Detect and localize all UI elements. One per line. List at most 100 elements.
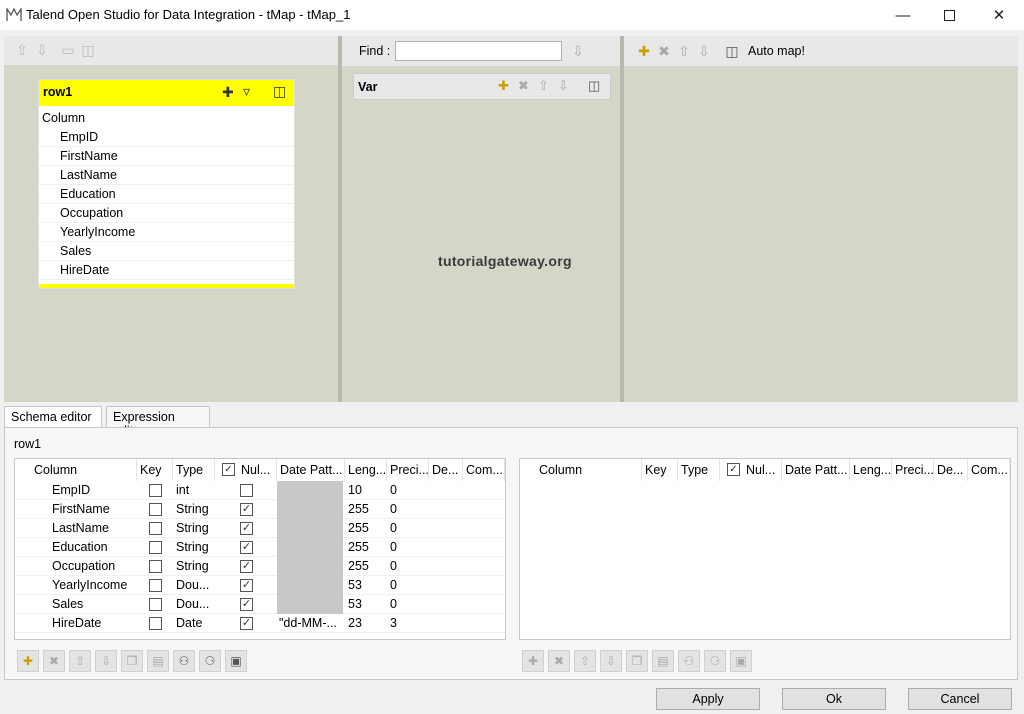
- grid-header[interactable]: Column: [31, 459, 137, 481]
- cell-type[interactable]: Dou...: [176, 578, 214, 592]
- add-row-icon[interactable]: ✚: [522, 650, 544, 672]
- table-row[interactable]: EmpID int 10 0: [15, 481, 505, 500]
- add-var-icon[interactable]: ✚: [498, 78, 509, 94]
- cancel-button[interactable]: Cancel: [908, 688, 1012, 710]
- add-row-icon[interactable]: ✚: [17, 650, 39, 672]
- cell-column[interactable]: YearlyIncome: [52, 578, 127, 592]
- find-input[interactable]: [395, 41, 562, 61]
- cell-column[interactable]: FirstName: [52, 502, 110, 516]
- import-icon[interactable]: ⚇: [678, 650, 700, 672]
- nullable-checkbox[interactable]: ✓: [240, 617, 253, 630]
- remove-output-icon[interactable]: ✖: [656, 43, 672, 59]
- move-down-icon[interactable]: ⇩: [600, 650, 622, 672]
- grid-header[interactable]: Key: [137, 459, 173, 481]
- key-checkbox[interactable]: [149, 522, 162, 535]
- move-down-icon[interactable]: ⇩: [558, 78, 569, 94]
- export-icon[interactable]: ⚆: [704, 650, 726, 672]
- cell-column[interactable]: LastName: [52, 521, 109, 535]
- cell-precision[interactable]: 0: [390, 597, 397, 611]
- nullable-checkbox[interactable]: ✓: [240, 579, 253, 592]
- nullable-checkbox[interactable]: ✓: [240, 522, 253, 535]
- grid-header[interactable]: Column: [536, 459, 642, 481]
- nullable-checkbox[interactable]: ✓: [240, 560, 253, 573]
- ok-button[interactable]: Ok: [782, 688, 886, 710]
- cell-column[interactable]: EmpID: [52, 483, 90, 497]
- table-row[interactable]: Occupation String ✓ 255 0: [15, 557, 505, 576]
- export-icon[interactable]: ⚆: [199, 650, 221, 672]
- key-checkbox[interactable]: [149, 579, 162, 592]
- cell-length[interactable]: 23: [348, 616, 362, 630]
- cell-precision[interactable]: 0: [390, 559, 397, 573]
- tab-expression-editor[interactable]: Expression editor: [106, 406, 210, 438]
- move-up-icon[interactable]: ⇧: [676, 43, 692, 59]
- column-row[interactable]: HireDate: [39, 261, 294, 280]
- grid-header[interactable]: Com...: [968, 459, 1010, 481]
- cell-column[interactable]: Sales: [52, 597, 83, 611]
- table-row[interactable]: HireDate Date ✓ "dd-MM-... 23 3: [15, 614, 505, 633]
- table-row[interactable]: FirstName String ✓ 255 0: [15, 500, 505, 519]
- save-icon[interactable]: ▣: [225, 650, 247, 672]
- grid-header[interactable]: De...: [429, 459, 463, 481]
- find-next-icon[interactable]: ⇩: [570, 43, 586, 59]
- nullable-checkbox[interactable]: [240, 484, 253, 497]
- cell-type[interactable]: String: [176, 502, 214, 516]
- minimize-var-icon[interactable]: ◫: [588, 78, 600, 94]
- apply-button[interactable]: Apply: [656, 688, 760, 710]
- column-row[interactable]: LastName: [39, 166, 294, 185]
- column-row[interactable]: Sales: [39, 242, 294, 261]
- column-row[interactable]: Education: [39, 185, 294, 204]
- grid-header[interactable]: Leng...: [345, 459, 387, 481]
- column-row[interactable]: FirstName: [39, 147, 294, 166]
- add-output-icon[interactable]: ✚: [636, 43, 652, 59]
- minimize-button[interactable]: —: [880, 0, 926, 30]
- key-checkbox[interactable]: [149, 484, 162, 497]
- nullable-checkbox[interactable]: ✓: [240, 598, 253, 611]
- paste-icon[interactable]: ▤: [147, 650, 169, 672]
- minimize-table-icon[interactable]: ◫: [273, 83, 286, 100]
- grid-header[interactable]: Preci...: [387, 459, 429, 481]
- grid-header[interactable]: Preci...: [892, 459, 934, 481]
- paste-icon[interactable]: ▤: [652, 650, 674, 672]
- move-up-icon[interactable]: ⇧: [574, 650, 596, 672]
- grid-header[interactable]: Type: [678, 459, 720, 481]
- cell-length[interactable]: 10: [348, 483, 362, 497]
- grid-header[interactable]: Key: [642, 459, 678, 481]
- key-checkbox[interactable]: [149, 503, 162, 516]
- cell-length[interactable]: 255: [348, 521, 369, 535]
- cell-length[interactable]: 53: [348, 578, 362, 592]
- cell-type[interactable]: String: [176, 521, 214, 535]
- tab-schema-editor[interactable]: Schema editor: [4, 406, 102, 428]
- grid-header[interactable]: Date Patt...: [277, 459, 345, 481]
- move-down-icon[interactable]: ⇩: [34, 42, 50, 58]
- table-row[interactable]: LastName String ✓ 255 0: [15, 519, 505, 538]
- column-row[interactable]: Occupation: [39, 204, 294, 223]
- auto-map-button[interactable]: Auto map!: [748, 44, 805, 58]
- expand-tables-icon[interactable]: ◫: [80, 42, 96, 58]
- maximize-button[interactable]: [926, 0, 972, 30]
- grid-header[interactable]: Com...: [463, 459, 505, 481]
- remove-var-icon[interactable]: ✖: [518, 78, 529, 94]
- table-row[interactable]: Sales Dou... ✓ 53 0: [15, 595, 505, 614]
- cell-length[interactable]: 255: [348, 540, 369, 554]
- cell-length[interactable]: 255: [348, 559, 369, 573]
- grid-header[interactable]: De...: [934, 459, 968, 481]
- grid-header[interactable]: Type: [173, 459, 215, 481]
- cell-date-pattern[interactable]: "dd-MM-...: [279, 616, 343, 630]
- cell-type[interactable]: Date: [176, 616, 214, 630]
- key-checkbox[interactable]: [149, 617, 162, 630]
- minimize-output-icon[interactable]: ◫: [724, 43, 740, 59]
- cell-length[interactable]: 53: [348, 597, 362, 611]
- select-all-nullable-checkbox[interactable]: ✓: [727, 463, 740, 476]
- cell-precision[interactable]: 0: [390, 502, 397, 516]
- cell-precision[interactable]: 0: [390, 540, 397, 554]
- move-up-icon[interactable]: ⇧: [538, 78, 549, 94]
- table-row[interactable]: YearlyIncome Dou... ✓ 53 0: [15, 576, 505, 595]
- cell-column[interactable]: HireDate: [52, 616, 101, 630]
- select-all-nullable-checkbox[interactable]: ✓: [222, 463, 235, 476]
- move-up-icon[interactable]: ⇧: [14, 42, 30, 58]
- cell-type[interactable]: String: [176, 540, 214, 554]
- grid-header[interactable]: Leng...: [850, 459, 892, 481]
- key-checkbox[interactable]: [149, 541, 162, 554]
- cell-type[interactable]: String: [176, 559, 214, 573]
- cell-precision[interactable]: 0: [390, 521, 397, 535]
